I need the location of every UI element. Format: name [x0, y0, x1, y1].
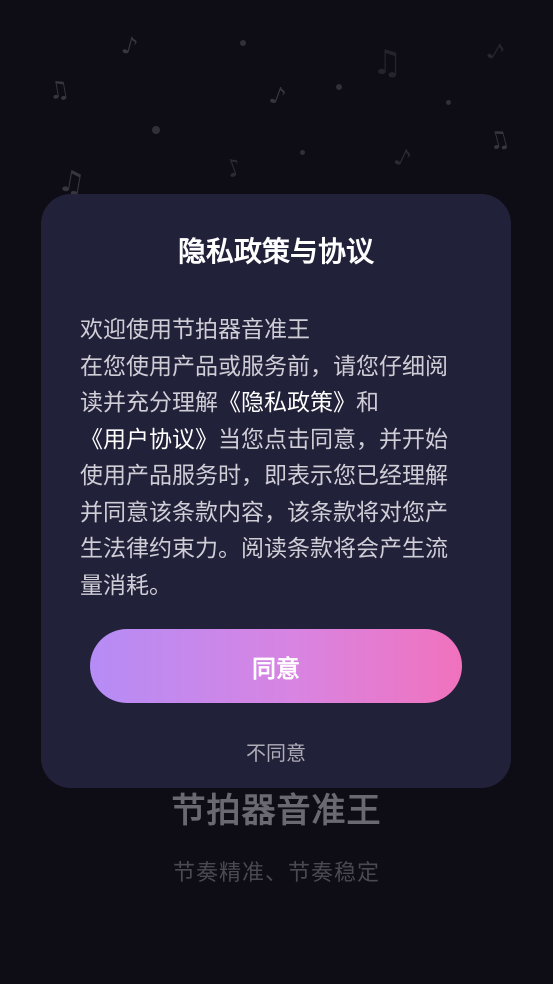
decorative-dot	[240, 40, 246, 46]
music-note-icon: ♪	[221, 152, 246, 184]
music-note-icon: ♪	[265, 80, 290, 112]
dialog-title: 隐私政策与协议	[177, 235, 374, 268]
dialog-text: 在您使用产品或服务前，请您仔细阅读并充分理解《隐私政策》和 《用户协议》当您点击同…	[80, 349, 452, 605]
body-text-and: 和	[356, 390, 379, 416]
dialog-intro: 欢迎使用节拍器音准王	[80, 317, 310, 343]
music-note-icon: ♪	[118, 30, 141, 62]
app-tagline: 节奏精准、节奏稳定	[172, 861, 380, 886]
decorative-dot	[152, 126, 160, 134]
screen: ♪ ♫ ♪ ♫ ♪ ♫ ♪ ♪ ♫ 节拍器音准王 节奏精准、节奏稳定 隐私政策与…	[0, 0, 553, 984]
music-note-icon: ♫	[45, 74, 72, 106]
music-note-icon: ♫	[484, 123, 513, 157]
music-note-icon: ♪	[482, 36, 510, 68]
disagree-button[interactable]: 不同意	[41, 737, 511, 766]
app-title: 节拍器音准王	[171, 791, 382, 831]
user-agreement-link[interactable]: 《用户协议》	[80, 427, 218, 453]
privacy-dialog: 隐私政策与协议 欢迎使用节拍器音准王 在您使用产品或服务前，请您仔细阅读并充分理…	[41, 194, 511, 788]
privacy-policy-link[interactable]: 《隐私政策》	[218, 390, 356, 416]
decorative-dot	[336, 84, 342, 90]
music-note-icon: ♫	[372, 43, 403, 83]
dialog-body: 欢迎使用节拍器音准王 在您使用产品或服务前，请您仔细阅读并充分理解《隐私政策》和…	[80, 312, 452, 604]
decorative-dot	[446, 100, 451, 105]
decorative-dot	[300, 150, 305, 155]
agree-button[interactable]: 同意	[90, 629, 462, 703]
music-note-icon: ♪	[389, 142, 416, 174]
